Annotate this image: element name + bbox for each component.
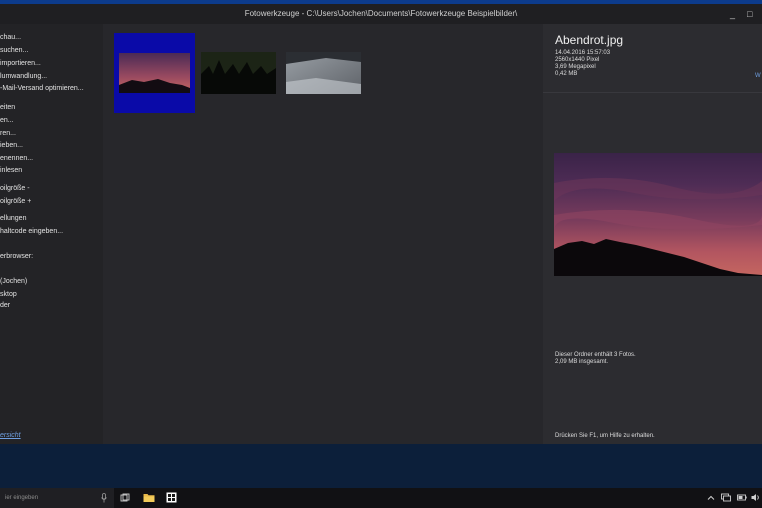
microphone-icon[interactable] — [101, 493, 107, 503]
menu-item-ordnerbrowser: erbrowser: — [0, 253, 34, 260]
menu-item-verschieben[interactable]: ieben... — [0, 142, 23, 150]
minimize-button[interactable]: _ — [730, 10, 735, 19]
divider — [543, 92, 762, 93]
file-megapixels: 3,69 Megapixel — [555, 64, 596, 70]
title-bar: Fotowerkzeuge - C:\Users\Jochen\Document… — [0, 4, 762, 24]
file-date: 14.04.2016 15:57:03 — [555, 50, 611, 56]
details-pane: Abendrot.jpg 14.04.2016 15:57:03 2560x14… — [543, 24, 762, 444]
forest-thumbnail[interactable] — [201, 52, 276, 94]
app-window: Fotowerkzeuge - C:\Users\Jochen\Document… — [0, 4, 762, 444]
menu-item-vorschau[interactable]: chau... — [0, 34, 21, 42]
menu-item-drehen[interactable]: en... — [0, 117, 14, 125]
battery-icon[interactable] — [737, 493, 747, 502]
file-explorer-icon[interactable] — [143, 492, 155, 503]
menu-item-einlesen[interactable]: inlesen — [0, 167, 22, 175]
sunset-thumbnail — [119, 53, 190, 93]
menu-item-umbenennen[interactable]: enennen... — [0, 155, 33, 163]
more-link[interactable]: W — [755, 73, 761, 80]
menu-item-bildgroesse-minus[interactable]: oilgröße - — [0, 185, 30, 193]
fotowerkzeuge-app-icon[interactable] — [166, 492, 177, 503]
menu-item-importieren[interactable]: importieren... — [0, 60, 41, 68]
folder-count: Dieser Ordner enthält 3 Fotos. — [555, 352, 636, 358]
chevron-up-icon[interactable] — [707, 494, 715, 502]
folder-item-bilder[interactable]: der — [0, 302, 10, 310]
menu-item-einstellungen[interactable]: ellungen — [0, 215, 26, 223]
image-preview — [554, 153, 762, 276]
volume-icon[interactable] — [751, 493, 761, 502]
menu-item-bearbeiten[interactable]: eiten — [0, 104, 15, 112]
network-icon[interactable] — [721, 493, 731, 502]
maximize-button[interactable]: □ — [747, 10, 752, 19]
task-view-icon[interactable] — [120, 493, 130, 503]
thumbnail-selected-frame[interactable] — [114, 33, 195, 113]
folder-item-desktop[interactable]: sktop — [0, 291, 17, 299]
file-name: Abendrot.jpg — [555, 33, 624, 47]
file-dimensions: 2560x1440 Pixel — [555, 57, 600, 63]
menu-item-suchen[interactable]: suchen... — [0, 47, 28, 55]
window-title: Fotowerkzeuge - C:\Users\Jochen\Document… — [244, 9, 518, 18]
snow-thumbnail[interactable] — [286, 52, 361, 94]
menu-item-bildgroesse-plus[interactable]: oilgröße + — [0, 198, 31, 206]
menu-item-kopieren[interactable]: ren... — [0, 130, 16, 138]
overview-link[interactable]: ersicht — [0, 432, 21, 440]
sidebar-menu: chau... suchen... importieren... lumwand… — [0, 24, 103, 444]
file-size: 0,42 MB — [555, 71, 578, 77]
menu-item-umwandlung[interactable]: lumwandlung... — [0, 73, 47, 81]
taskbar: ier eingeben — [0, 488, 762, 508]
thumbnail-grid — [103, 24, 543, 444]
menu-item-freischaltcode[interactable]: haltcode eingeben... — [0, 228, 63, 236]
preview-image — [554, 177, 762, 276]
taskbar-search[interactable]: ier eingeben — [0, 488, 114, 508]
folder-total-size: 2,09 MB insgesamt. — [555, 359, 609, 365]
folder-item-user[interactable]: (Jochen) — [0, 278, 27, 286]
menu-item-mail-optimieren[interactable]: -Mail-Versand optimieren... — [0, 85, 84, 93]
help-hint: Drücken Sie F1, um Hilfe zu erhalten. — [555, 433, 655, 439]
search-placeholder: ier eingeben — [5, 495, 39, 501]
